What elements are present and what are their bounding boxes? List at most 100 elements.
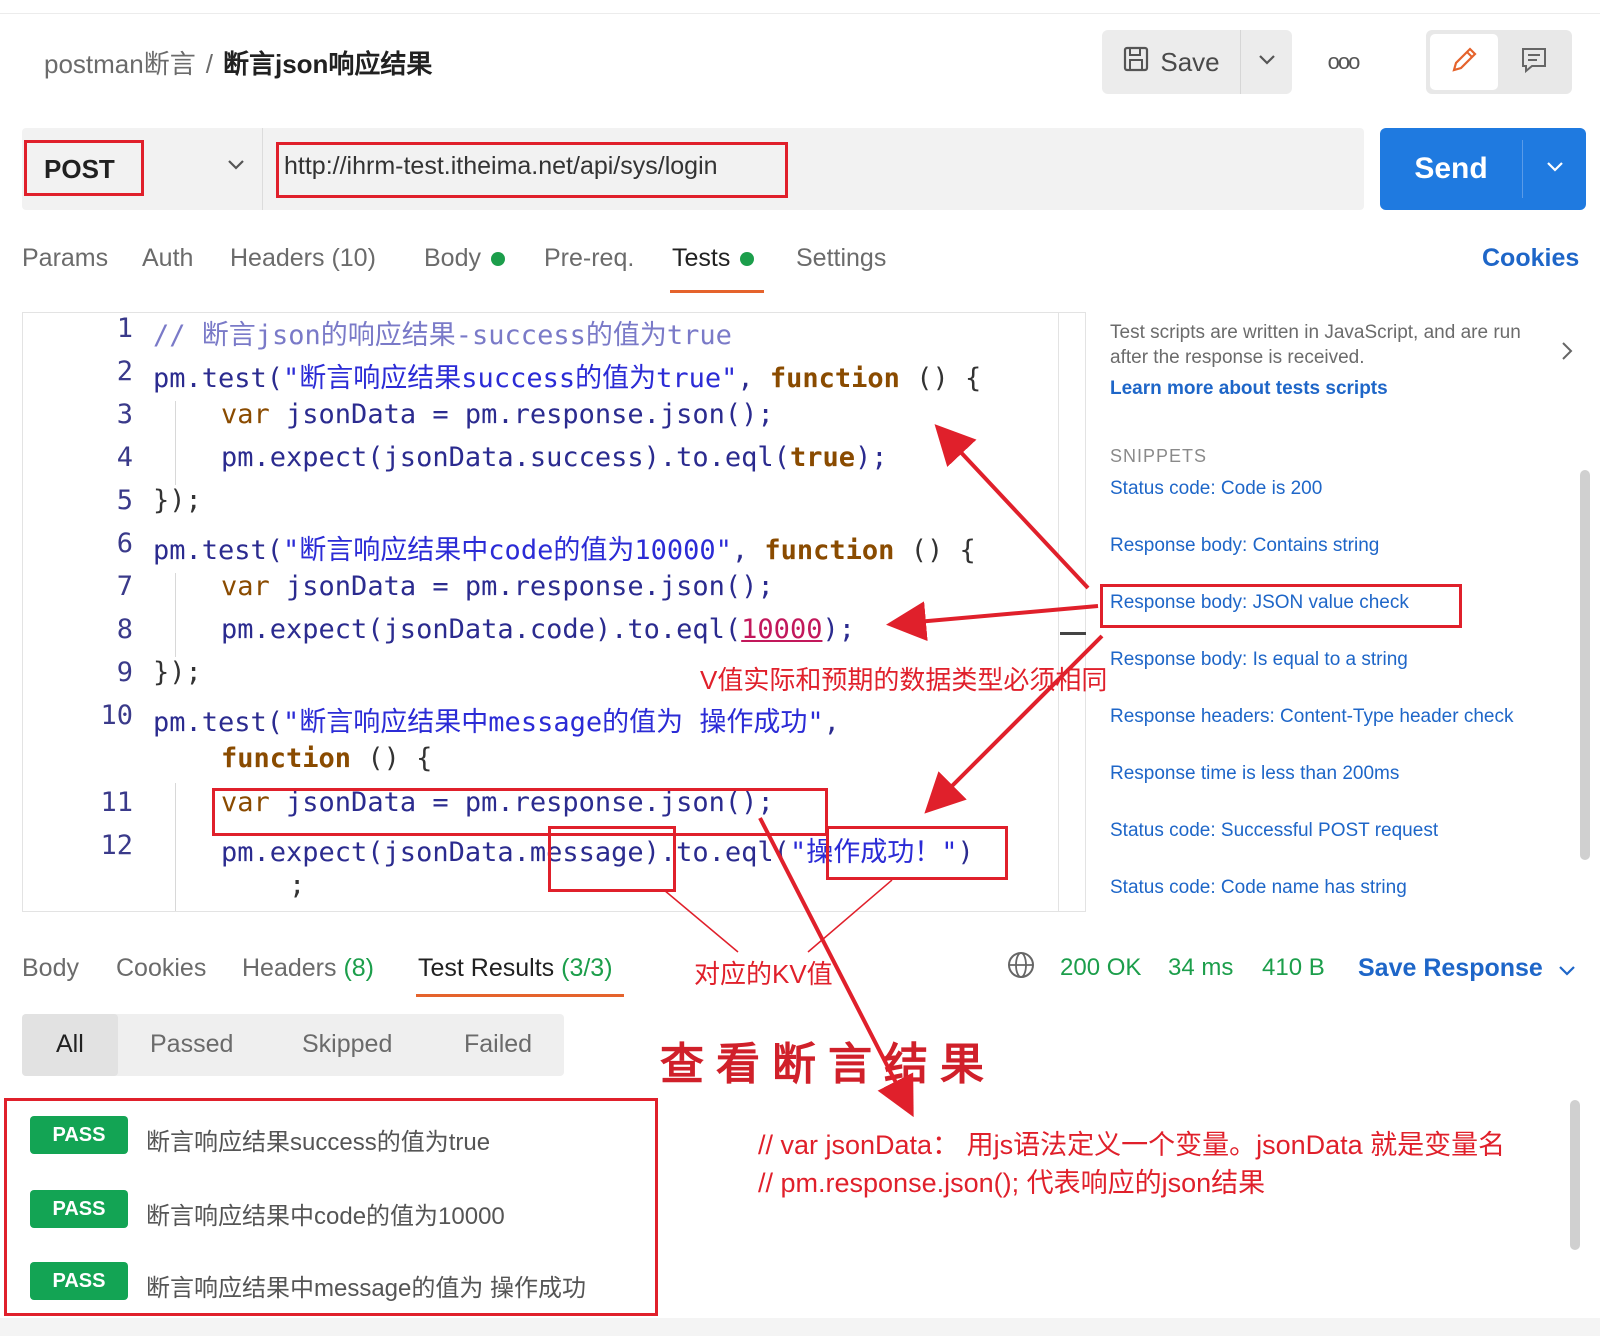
globe-icon[interactable]: [1006, 950, 1036, 985]
snippet-link[interactable]: Response body: Is equal to a string: [1110, 649, 1408, 671]
save-label: Save: [1160, 46, 1220, 77]
modified-dot-icon: [490, 252, 505, 267]
code-explanation-line: // var jsonData： 用js语法定义一个变量。jsonData 就是…: [758, 1130, 1506, 1160]
comment-icon: [1518, 44, 1550, 81]
bottom-status-bar: [0, 1318, 1600, 1336]
line-number: 1: [116, 313, 133, 344]
url-divider: [262, 128, 263, 210]
code-line: pm.expect(jsonData.code).to.eql(10000);: [221, 614, 855, 645]
tab-body[interactable]: Body: [424, 244, 505, 273]
var-jsondata-highlight: [212, 788, 828, 836]
tab-params[interactable]: Params: [22, 244, 108, 273]
indent-guide: [175, 573, 176, 657]
code-comment: // 断言json的响应结果-success的值为true: [153, 320, 732, 351]
response-time[interactable]: 34 ms: [1168, 954, 1233, 982]
tab-headers[interactable]: Headers (10): [230, 244, 376, 273]
filter-all[interactable]: All: [56, 1030, 84, 1059]
view-results-note: 查看断言结果: [660, 1039, 996, 1090]
save-response-button[interactable]: Save Response: [1358, 954, 1576, 983]
line-number: 3: [116, 399, 133, 430]
filter-passed[interactable]: Passed: [150, 1030, 233, 1059]
code-line: pm.test("断言响应结果中code的值为10000", function …: [153, 535, 976, 566]
tab-tests[interactable]: Tests: [672, 244, 755, 273]
filter-failed[interactable]: Failed: [464, 1030, 532, 1059]
line-number: 9: [116, 657, 133, 688]
code-line: ;: [289, 870, 306, 901]
line-number: 2: [116, 356, 133, 387]
code-line: // 断言json的响应结果-success的值为true: [153, 313, 732, 352]
snippet-link[interactable]: Status code: Code is 200: [1110, 478, 1322, 500]
snippets-scrollbar[interactable]: [1580, 470, 1590, 860]
line-number: 12: [100, 830, 133, 861]
tab-prereq[interactable]: Pre-req.: [544, 244, 634, 273]
tab-body-label: Body: [424, 244, 481, 272]
line-number: 7: [116, 571, 133, 602]
response-tab-headers[interactable]: Headers (8): [242, 954, 374, 983]
message-key-highlight: [548, 826, 676, 892]
code-line: pm.test("断言响应结果success的值为true", function…: [153, 363, 982, 394]
response-tab-headers-count: (8): [343, 954, 375, 982]
chevron-down-icon: [1545, 160, 1565, 178]
line-number: 8: [116, 614, 133, 645]
active-tab-indicator: [670, 290, 764, 293]
response-tab-body[interactable]: Body: [22, 954, 79, 983]
comments-button[interactable]: [1500, 34, 1568, 90]
breadcrumb-request-name[interactable]: 断言json响应结果: [223, 49, 432, 79]
code-line: pm.expect(jsonData.success).to.eql(true)…: [221, 442, 888, 473]
breadcrumb: postman断言 / 断言json响应结果: [44, 44, 432, 81]
tab-auth[interactable]: Auth: [142, 244, 193, 273]
breadcrumb-collection[interactable]: postman断言: [44, 49, 196, 79]
code-line: pm.test("断言响应结果中message的值为 操作成功",: [153, 707, 840, 738]
pencil-icon: [1448, 44, 1480, 81]
snippet-link[interactable]: Response body: Contains string: [1110, 535, 1379, 557]
snippet-link[interactable]: Status code: Successful POST request: [1110, 820, 1438, 842]
learn-more-link[interactable]: Learn more about tests scripts: [1110, 378, 1388, 400]
tab-settings[interactable]: Settings: [796, 244, 886, 273]
save-button[interactable]: Save: [1102, 30, 1240, 94]
modified-dot-icon: [740, 252, 755, 267]
tab-headers-label: Headers: [230, 244, 325, 272]
code-line: });: [153, 485, 202, 516]
code-line: });: [153, 657, 202, 688]
more-actions-button[interactable]: ooo: [1318, 44, 1368, 80]
results-scrollbar[interactable]: [1570, 1100, 1580, 1250]
json-value-check-highlight: [1100, 584, 1462, 628]
response-tab-test-results[interactable]: Test Results (3/3): [418, 954, 613, 983]
indent-guide: [175, 783, 176, 911]
chevron-right-icon[interactable]: [1560, 340, 1574, 367]
snippet-link[interactable]: Response time is less than 200ms: [1110, 763, 1399, 785]
response-status[interactable]: 200 OK: [1060, 954, 1141, 982]
cookies-link[interactable]: Cookies: [1482, 244, 1579, 273]
send-options-button[interactable]: [1522, 140, 1586, 198]
response-tab-headers-label: Headers: [242, 954, 337, 982]
line-number: 4: [116, 442, 133, 473]
tab-headers-count: (10): [331, 244, 376, 272]
type-note: V值实际和预期的数据类型必须相同: [700, 665, 1108, 695]
code-explanation-note: // var jsonData： 用js语法定义一个变量。jsonData 就是…: [758, 1126, 1505, 1202]
results-highlight-box: [4, 1098, 658, 1316]
kv-note: 对应的KV值: [694, 959, 833, 989]
editor-scrollbar[interactable]: [1058, 312, 1086, 912]
snippet-link[interactable]: Status code: Code name has string: [1110, 877, 1407, 899]
method-highlight-box: [24, 140, 144, 196]
edit-mode-button[interactable]: [1430, 34, 1498, 90]
top-divider: [0, 0, 1600, 14]
expected-value-highlight: [826, 826, 1008, 880]
send-button[interactable]: Send: [1380, 128, 1522, 210]
filter-skipped[interactable]: Skipped: [302, 1030, 392, 1059]
line-number: 6: [116, 528, 133, 559]
tab-tests-label: Tests: [672, 244, 731, 272]
response-size[interactable]: 410 B: [1262, 954, 1325, 982]
save-icon: [1122, 45, 1150, 80]
snippets-title: SNIPPETS: [1110, 446, 1208, 466]
chevron-down-icon: [1558, 954, 1576, 982]
response-tab-cookies[interactable]: Cookies: [116, 954, 206, 983]
snippet-link[interactable]: Response headers: Content-Type header ch…: [1110, 706, 1513, 728]
send-button-group: Send: [1380, 128, 1586, 210]
save-response-label: Save Response: [1358, 954, 1543, 982]
save-options-button[interactable]: [1240, 30, 1292, 94]
indent-guide: [175, 401, 176, 485]
chevron-down-icon: [1257, 53, 1277, 71]
code-line: var jsonData = pm.response.json();: [221, 571, 774, 602]
breadcrumb-separator: /: [205, 49, 213, 79]
